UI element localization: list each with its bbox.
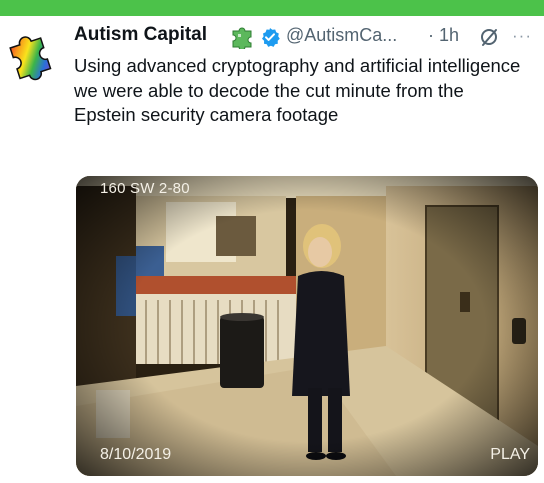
verified-badge-icon bbox=[262, 28, 280, 47]
puzzle-piece-icon bbox=[232, 27, 252, 49]
rainbow-puzzle-avatar-icon bbox=[9, 36, 52, 81]
camera-date: 8/10/2019 bbox=[100, 446, 172, 463]
tweet-text: Using advanced cryptography and artifici… bbox=[74, 55, 521, 125]
tweet-time[interactable]: · 1h bbox=[428, 25, 459, 46]
tweet-media-video[interactable]: 160 SW 2-80 8/10/2019 PLAY bbox=[76, 176, 538, 476]
more-options-icon[interactable]: ··· bbox=[512, 26, 532, 46]
security-camera-frame bbox=[76, 176, 538, 476]
author-handle[interactable]: @AutismCa... bbox=[286, 25, 397, 46]
tweet-header: Autism Capital @AutismCa... · 1h ··· bbox=[74, 24, 540, 50]
top-accent-bar bbox=[0, 0, 544, 16]
author-name[interactable]: Autism Capital bbox=[74, 24, 207, 46]
avatar[interactable] bbox=[0, 26, 62, 88]
grok-icon[interactable] bbox=[478, 26, 500, 48]
play-label[interactable]: PLAY bbox=[490, 446, 530, 464]
camera-label: 160 SW 2-80 bbox=[100, 180, 190, 197]
